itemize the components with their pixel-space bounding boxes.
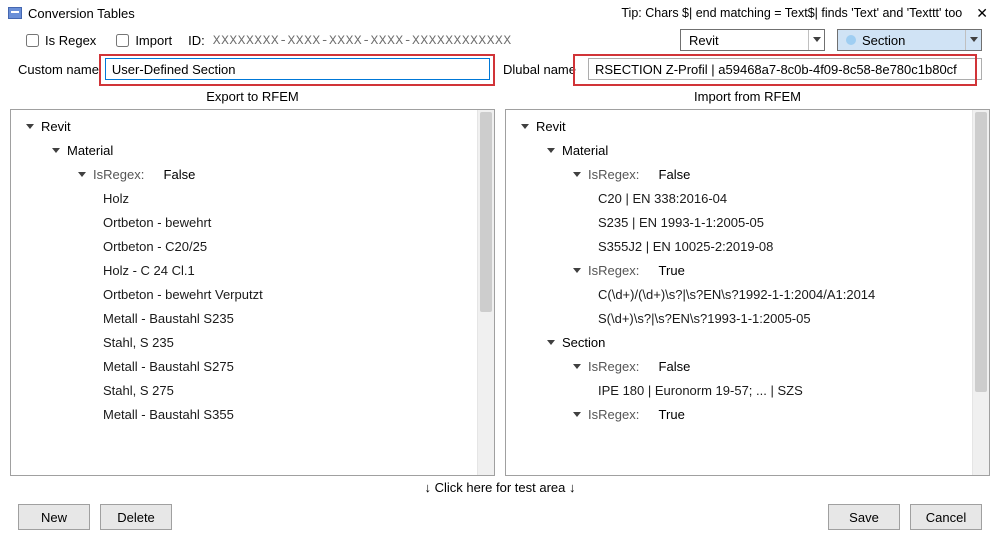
tree-branch-material[interactable]: Material <box>17 138 488 162</box>
list-item[interactable]: C20 | EN 338:2016-04 <box>512 186 983 210</box>
list-item[interactable]: Ortbeton - bewehrt Verputzt <box>17 282 488 306</box>
tree-root[interactable]: Revit <box>17 114 488 138</box>
type-dropdown-text: Section <box>838 33 915 48</box>
list-item[interactable]: S(\d+)\s?|\s?EN\s?1993-1-1:2005-05 <box>512 306 983 330</box>
list-item[interactable]: C(\d+)/(\d+)\s?|\s?EN\s?1992-1-1:2004/A1… <box>512 282 983 306</box>
import-label: Import <box>135 33 172 48</box>
caret-down-icon[interactable] <box>77 170 87 178</box>
custom-name-input[interactable] <box>105 58 490 80</box>
list-item[interactable]: Holz <box>17 186 488 210</box>
caret-down-icon[interactable] <box>572 410 582 418</box>
list-item[interactable]: Stahl, S 235 <box>17 330 488 354</box>
import-title: Import from RFEM <box>505 86 990 109</box>
caret-down-icon[interactable] <box>572 266 582 274</box>
chevron-down-icon[interactable] <box>808 30 824 50</box>
section-dot-icon <box>846 35 856 45</box>
close-icon[interactable]: ✕ <box>972 5 992 22</box>
list-item[interactable]: Holz - C 24 Cl.1 <box>17 258 488 282</box>
caret-down-icon[interactable] <box>25 122 35 130</box>
custom-name-label: Custom name <box>18 62 105 77</box>
tree-branch-section[interactable]: Section <box>512 330 983 354</box>
id-value: XXXXXXXX-XXXX-XXXX-XXXX-XXXXXXXXXXXX <box>213 33 512 48</box>
tree-branch-isregex-true[interactable]: IsRegex: True <box>512 258 983 282</box>
dlubal-name-input[interactable] <box>588 58 982 80</box>
tree-branch-sec-isregex-false[interactable]: IsRegex: False <box>512 354 983 378</box>
caret-down-icon[interactable] <box>572 170 582 178</box>
export-tree[interactable]: Revit Material IsRegex: False Holz Ortbe… <box>10 109 495 476</box>
list-item[interactable]: Metall - Baustahl S235 <box>17 306 488 330</box>
caret-down-icon[interactable] <box>51 146 61 154</box>
window-title: Conversion Tables <box>28 6 135 21</box>
caret-down-icon[interactable] <box>546 338 556 346</box>
list-item[interactable]: IPE 180 | Euronorm 19-57; ... | SZS <box>512 378 983 402</box>
new-button[interactable]: New <box>18 504 90 530</box>
isregex-input[interactable] <box>26 34 39 47</box>
app-dropdown-text: Revit <box>681 33 729 48</box>
caret-down-icon[interactable] <box>520 122 530 130</box>
delete-button[interactable]: Delete <box>100 504 172 530</box>
list-item[interactable]: Metall - Baustahl S275 <box>17 354 488 378</box>
titlebar: Conversion Tables Tip: Chars $| end matc… <box>0 0 1000 26</box>
footer: New Delete Save Cancel <box>0 500 1000 542</box>
tip-text: Tip: Chars $| end matching = Text$| find… <box>621 6 962 20</box>
list-item[interactable]: Stahl, S 275 <box>17 378 488 402</box>
name-inputs-row: Custom name Dlubal name <box>0 56 1000 86</box>
save-button[interactable]: Save <box>828 504 900 530</box>
tree-branch-isregex[interactable]: IsRegex: False <box>17 162 488 186</box>
import-input[interactable] <box>116 34 129 47</box>
list-item[interactable]: S355J2 | EN 10025-2:2019-08 <box>512 234 983 258</box>
cancel-button[interactable]: Cancel <box>910 504 982 530</box>
tree-root[interactable]: Revit <box>512 114 983 138</box>
app-icon <box>8 7 22 19</box>
export-title: Export to RFEM <box>10 86 495 109</box>
list-item[interactable]: Ortbeton - bewehrt <box>17 210 488 234</box>
scroll-thumb[interactable] <box>975 112 987 392</box>
list-item[interactable]: Ortbeton - C20/25 <box>17 234 488 258</box>
isregex-label: Is Regex <box>45 33 96 48</box>
chevron-down-icon[interactable] <box>965 30 981 50</box>
dlubal-name-label: Dlubal name <box>503 62 582 77</box>
scrollbar[interactable] <box>972 110 989 475</box>
test-area-toggle[interactable]: ↓ Click here for test area ↓ <box>0 476 1000 500</box>
import-checkbox[interactable]: Import <box>116 33 172 48</box>
list-item[interactable]: S235 | EN 1993-1-1:2005-05 <box>512 210 983 234</box>
caret-down-icon[interactable] <box>546 146 556 154</box>
scroll-thumb[interactable] <box>480 112 492 312</box>
tree-branch-isregex-false[interactable]: IsRegex: False <box>512 162 983 186</box>
isregex-checkbox[interactable]: Is Regex <box>26 33 96 48</box>
list-item[interactable]: Metall - Baustahl S355 <box>17 402 488 426</box>
export-pane: Export to RFEM Revit Material IsRegex: F… <box>10 86 495 476</box>
scrollbar[interactable] <box>477 110 494 475</box>
import-pane: Import from RFEM Revit Material IsRegex:… <box>505 86 990 476</box>
tree-branch-sec-isregex-true[interactable]: IsRegex: True <box>512 402 983 426</box>
caret-down-icon[interactable] <box>572 362 582 370</box>
type-dropdown[interactable]: Section <box>837 29 982 51</box>
options-row: Is Regex Import ID: XXXXXXXX-XXXX-XXXX-X… <box>0 26 1000 56</box>
app-dropdown[interactable]: Revit <box>680 29 825 51</box>
tree-branch-material[interactable]: Material <box>512 138 983 162</box>
import-tree[interactable]: Revit Material IsRegex: False C20 | EN 3… <box>505 109 990 476</box>
id-label: ID: <box>188 33 205 48</box>
